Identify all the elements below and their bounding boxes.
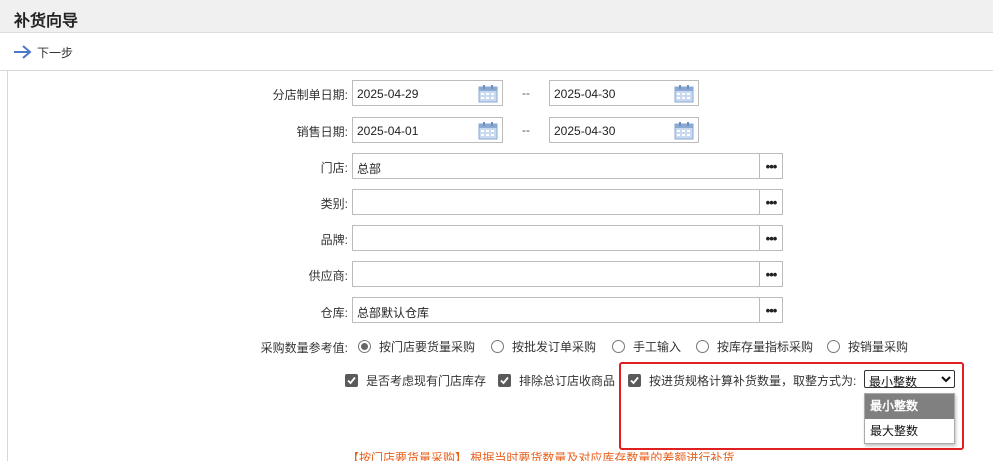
arrow-right-icon [14, 45, 32, 59]
brand-picker[interactable]: ••• [352, 225, 783, 251]
checkbox-checked-icon [345, 374, 358, 387]
category-picker[interactable]: ••• [352, 189, 783, 215]
more-icon[interactable]: ••• [759, 226, 782, 250]
next-step-button[interactable]: 下一步 [13, 43, 73, 61]
toolbar: 下一步 [0, 33, 993, 71]
sale-date-label: 销售日期: [296, 125, 348, 139]
hint-text: 【按门店要货量采购】 根据当时要货数量及对应库存数量的差额进行补货 [347, 451, 735, 461]
radio-dot [827, 340, 840, 353]
radio-dot [612, 340, 625, 353]
checkbox-label: 是否考虑现有门店库存 [366, 374, 487, 388]
radio-label: 按库存量指标采购 [717, 340, 814, 354]
order-date-from-input[interactable]: 2025-04-29 [352, 80, 503, 106]
checkbox-exclude-hq-order[interactable]: 排除总订店收商品 [498, 372, 615, 389]
more-icon[interactable]: ••• [759, 154, 782, 178]
store-value: 总部 [357, 162, 382, 176]
warehouse-picker[interactable]: 总部默认仓库 ••• [352, 297, 783, 323]
date-range-separator: -- [522, 86, 530, 100]
more-icon[interactable]: ••• [759, 190, 782, 214]
sale-date-to-input[interactable]: 2025-04-30 [549, 117, 699, 143]
radio-label: 按门店要货量采购 [379, 340, 476, 354]
radio-label: 按销量采购 [848, 340, 909, 354]
warehouse-value: 总部默认仓库 [357, 306, 430, 320]
sale-date-from-input[interactable]: 2025-04-01 [352, 117, 503, 143]
radio-stock-indicator[interactable]: 按库存量指标采购 [696, 338, 813, 355]
checkbox-label: 排除总订店收商品 [519, 374, 616, 388]
checkbox-checked-icon [498, 374, 511, 387]
title-bar: 补货向导 [0, 0, 993, 33]
radio-wholesale-order[interactable]: 按批发订单采购 [491, 338, 596, 355]
calendar-icon[interactable] [674, 84, 694, 103]
more-icon[interactable]: ••• [759, 262, 782, 286]
radio-dot [491, 340, 504, 353]
order-date-label: 分店制单日期: [272, 88, 348, 102]
supplier-picker[interactable]: ••• [352, 261, 783, 287]
sale-date-to-value: 2025-04-30 [554, 124, 616, 138]
more-icon[interactable]: ••• [759, 298, 782, 322]
radio-dot [358, 340, 371, 353]
order-date-from-value: 2025-04-29 [357, 87, 419, 101]
store-picker[interactable]: 总部 ••• [352, 153, 783, 179]
order-date-to-input[interactable]: 2025-04-30 [549, 80, 699, 106]
radio-sales-volume[interactable]: 按销量采购 [827, 338, 908, 355]
sale-date-from-value: 2025-04-01 [357, 124, 419, 138]
page-title: 补货向导 [14, 13, 79, 30]
checkbox-consider-store-stock[interactable]: 是否考虑现有门店库存 [345, 372, 486, 389]
warehouse-label: 仓库: [320, 306, 348, 320]
radio-store-demand[interactable]: 按门店要货量采购 [358, 338, 475, 355]
radio-label: 按批发订单采购 [512, 340, 597, 354]
purchase-ref-label: 采购数量参考值: [260, 341, 348, 355]
calendar-icon[interactable] [478, 84, 498, 103]
radio-label: 手工输入 [633, 340, 682, 354]
order-date-to-value: 2025-04-30 [554, 87, 616, 101]
category-label: 类别: [320, 197, 348, 211]
radio-manual-input[interactable]: 手工输入 [612, 338, 681, 355]
highlight-frame [619, 362, 964, 450]
calendar-icon[interactable] [478, 121, 498, 140]
store-label: 门店: [320, 161, 348, 175]
date-range-separator: -- [522, 123, 530, 137]
next-step-label: 下一步 [37, 45, 74, 60]
supplier-label: 供应商: [308, 269, 348, 283]
calendar-icon[interactable] [674, 121, 694, 140]
radio-dot [696, 340, 709, 353]
brand-label: 品牌: [320, 233, 348, 247]
